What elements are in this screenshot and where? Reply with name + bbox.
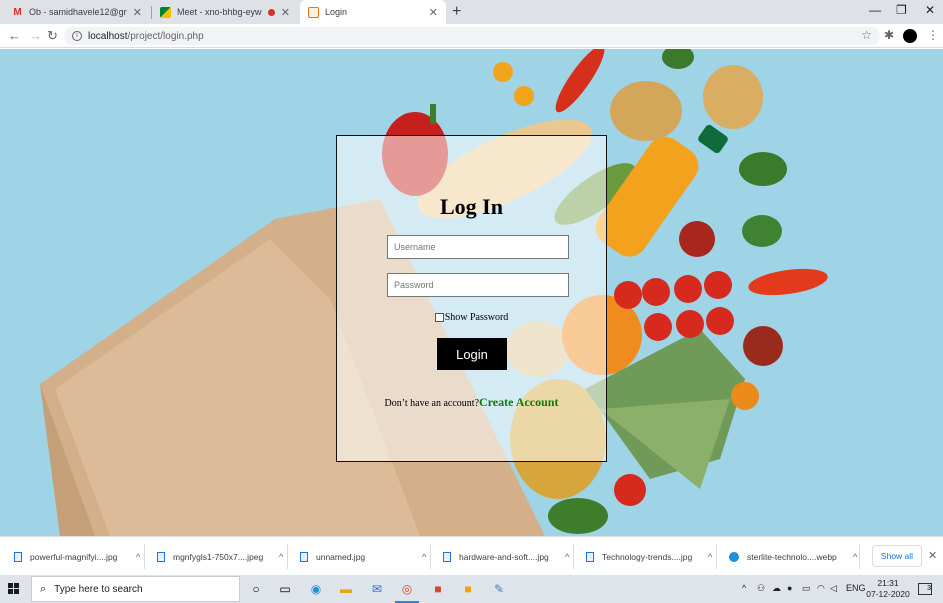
- edge-icon[interactable]: ◉: [308, 581, 324, 597]
- tab-gmail[interactable]: M Ob - samidhavele12@gmail.com ✕: [4, 0, 150, 24]
- chevron-up-icon[interactable]: ^: [565, 552, 569, 562]
- show-all-button[interactable]: Show all: [872, 545, 922, 567]
- info-icon[interactable]: i: [72, 31, 82, 41]
- clock-time: 21:31: [877, 578, 899, 588]
- chevron-up-icon[interactable]: ^: [742, 583, 746, 593]
- recording-icon: [267, 8, 275, 16]
- sublime-text-icon[interactable]: ■: [460, 581, 476, 597]
- image-file-icon: [443, 551, 451, 562]
- powerpoint-icon[interactable]: ■: [430, 581, 446, 597]
- address-bar[interactable]: i localhost/project/login.php ☆: [64, 27, 880, 45]
- browser-toolbar: ← → ↻ i localhost/project/login.php ☆ ✱ …: [0, 24, 943, 48]
- reload-icon[interactable]: ↻: [47, 28, 58, 44]
- clock-date: 07-12-2020: [866, 589, 910, 599]
- bookmark-star-icon[interactable]: ☆: [861, 28, 872, 42]
- cloud-icon[interactable]: ☁: [772, 583, 781, 594]
- search-placeholder: Type here to search: [54, 583, 143, 595]
- divider: [859, 544, 860, 569]
- tab-strip: M Ob - samidhavele12@gmail.com ✕ Meet - …: [0, 0, 943, 24]
- tab-title: Ob - samidhavele12@gmail.com: [29, 7, 127, 17]
- no-account-text: Don’t have an account?: [384, 398, 480, 409]
- download-filename: sterlite-technolo....webp: [747, 551, 837, 562]
- chevron-up-icon[interactable]: ^: [279, 552, 283, 562]
- url-path: /project/login.php: [127, 30, 204, 42]
- download-filename: powerful-magnifyi....jpg: [30, 551, 118, 562]
- image-file-icon: [14, 551, 22, 562]
- taskbar-search[interactable]: ⌕ Type here to search: [31, 576, 240, 602]
- username-input[interactable]: [387, 235, 569, 259]
- create-account-link[interactable]: Create Account: [479, 395, 558, 409]
- restore-icon[interactable]: ❐: [896, 3, 907, 17]
- show-password-label[interactable]: Show Password: [445, 312, 509, 323]
- minimize-icon[interactable]: —: [869, 3, 881, 17]
- password-input[interactable]: [387, 273, 569, 297]
- show-password-row: Show Password: [337, 312, 606, 323]
- close-icon[interactable]: ✕: [133, 6, 142, 19]
- new-tab-button[interactable]: +: [452, 3, 461, 21]
- chevron-up-icon[interactable]: ^: [136, 552, 140, 562]
- downloads-shelf: powerful-magnifyi....jpg ^ mgnfygls1-750…: [0, 536, 943, 575]
- url-host: localhost: [88, 30, 128, 42]
- page-viewport: Log In Show Password Login Don’t have an…: [0, 49, 943, 536]
- download-item[interactable]: mgnfygls1-750x7....jpeg ^: [143, 537, 283, 576]
- tab-title: Login: [325, 7, 348, 17]
- extensions-icon[interactable]: ✱: [884, 28, 894, 42]
- mail-icon[interactable]: ✉: [369, 581, 385, 597]
- download-filename: unnamed.jpg: [316, 551, 366, 562]
- notification-center-icon[interactable]: 3: [918, 583, 932, 595]
- signup-prompt: Don’t have an account?Create Account: [337, 395, 606, 410]
- tab-login[interactable]: Login ✕: [300, 0, 446, 24]
- image-file-icon: [300, 551, 308, 562]
- close-icon[interactable]: ✕: [281, 6, 290, 19]
- chevron-up-icon[interactable]: ^: [708, 552, 712, 562]
- chevron-up-icon[interactable]: ^: [422, 552, 426, 562]
- download-filename: Technology-trends....jpg: [602, 551, 693, 562]
- microphone-icon[interactable]: ●: [787, 583, 792, 593]
- wifi-icon[interactable]: ◠: [817, 583, 825, 594]
- login-title: Log In: [440, 194, 503, 219]
- download-filename: mgnfygls1-750x7....jpeg: [173, 551, 264, 562]
- close-icon[interactable]: ✕: [928, 549, 937, 562]
- windows-start-icon[interactable]: [8, 583, 20, 595]
- image-file-icon: [157, 551, 165, 562]
- meet-icon: [160, 6, 171, 18]
- system-clock[interactable]: 21:31 07-12-2020: [866, 578, 910, 600]
- chevron-up-icon[interactable]: ^: [853, 552, 857, 562]
- download-item[interactable]: sterlite-technolo....webp ^: [715, 537, 857, 576]
- login-button[interactable]: Login: [437, 338, 507, 370]
- search-icon: ⌕: [40, 582, 47, 595]
- windows-taskbar: ⌕ Type here to search ○ ▭ ◉ ▬ ✉ ◎ ■ ■ ✎ …: [0, 575, 943, 603]
- edge-file-icon: [729, 551, 739, 562]
- menu-kebab-icon[interactable]: ⋮: [927, 28, 939, 42]
- people-icon[interactable]: ⚇: [757, 583, 765, 594]
- close-window-icon[interactable]: ✕: [925, 3, 935, 17]
- profile-avatar[interactable]: [903, 29, 917, 43]
- cortana-icon[interactable]: ○: [248, 581, 264, 597]
- page-icon: [308, 6, 319, 18]
- image-file-icon: [586, 551, 594, 562]
- download-item[interactable]: hardware-and-soft....jpg ^: [429, 537, 569, 576]
- battery-icon[interactable]: ▭: [802, 583, 811, 594]
- notification-count: 3: [927, 585, 931, 592]
- tab-title: Meet - xno-bhbg-eyw: [177, 7, 262, 17]
- download-item[interactable]: Technology-trends....jpg ^: [572, 537, 712, 576]
- forward-icon[interactable]: →: [29, 28, 42, 43]
- chrome-icon[interactable]: ◎: [395, 581, 419, 603]
- back-icon[interactable]: ←: [8, 28, 21, 43]
- download-item[interactable]: unnamed.jpg ^: [286, 537, 426, 576]
- file-explorer-icon[interactable]: ▬: [338, 581, 354, 597]
- login-form: Log In Show Password Login Don’t have an…: [336, 135, 607, 462]
- volume-icon[interactable]: ◁: [830, 583, 837, 594]
- close-icon[interactable]: ✕: [429, 6, 438, 19]
- download-filename: hardware-and-soft....jpg: [459, 551, 549, 562]
- tab-meet[interactable]: Meet - xno-bhbg-eyw ✕: [152, 0, 298, 24]
- task-view-icon[interactable]: ▭: [277, 581, 293, 597]
- gmail-icon: M: [13, 6, 22, 18]
- show-password-checkbox[interactable]: [434, 313, 444, 322]
- language-indicator[interactable]: ENG: [846, 583, 866, 593]
- download-item[interactable]: powerful-magnifyi....jpg ^: [0, 537, 140, 576]
- paint-icon[interactable]: ✎: [491, 581, 507, 597]
